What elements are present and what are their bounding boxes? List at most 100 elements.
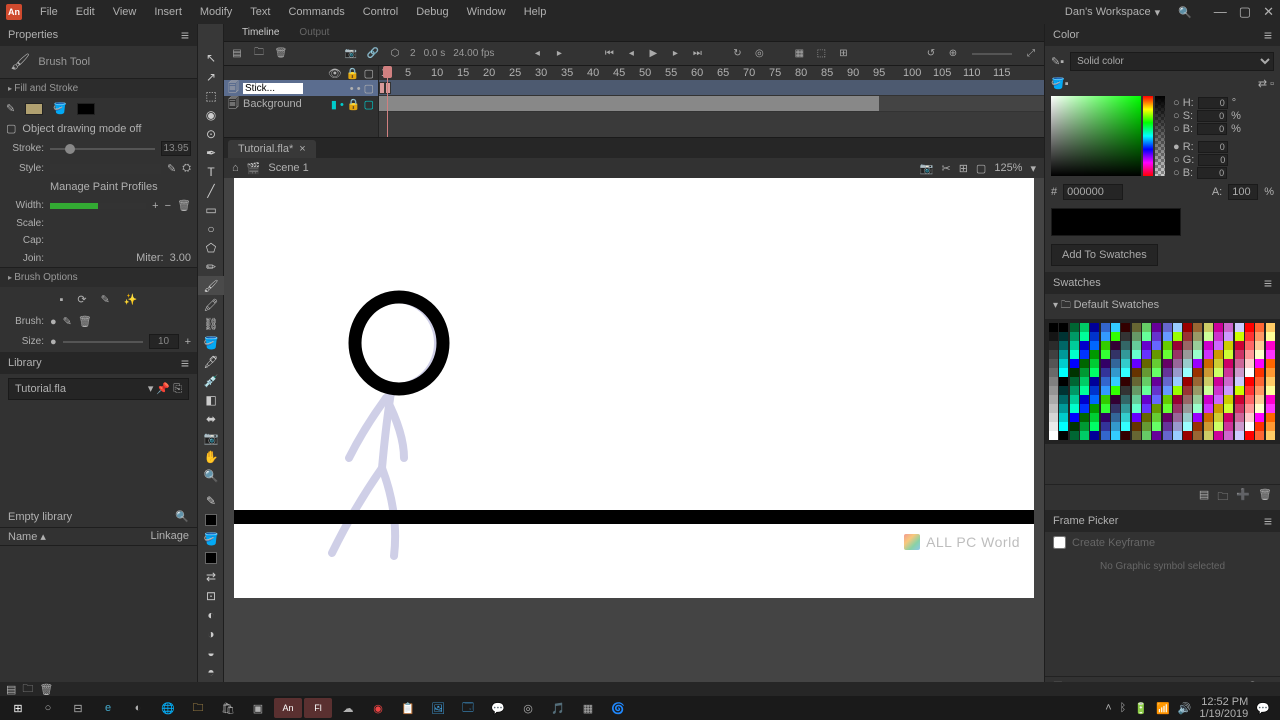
app-icon[interactable]: 🖼 xyxy=(424,698,452,718)
frame-track-stick[interactable] xyxy=(379,80,1044,96)
swatches-default[interactable]: ▾ 🗀 Default Swatches xyxy=(1045,294,1280,319)
pencil-icon[interactable]: ✎ xyxy=(6,102,15,115)
search-icon[interactable]: 🔍 xyxy=(175,510,189,523)
app-icon[interactable]: ▣ xyxy=(244,698,272,718)
panel-menu-icon[interactable]: ≡ xyxy=(1264,275,1272,291)
resize-icon[interactable]: ⤢ xyxy=(1024,47,1038,61)
last-frame-icon[interactable]: ⏭ xyxy=(690,47,704,61)
taskview-icon[interactable]: ⊟ xyxy=(64,698,92,718)
bucket-icon[interactable]: 🪣 xyxy=(53,102,67,115)
app-icon[interactable]: 🎵 xyxy=(544,698,572,718)
playhead[interactable] xyxy=(387,66,388,137)
fill-color[interactable]: 🪣 xyxy=(198,529,224,548)
workspace-switcher[interactable]: Dan's Workspace▾ xyxy=(1057,4,1168,21)
timeline-tab[interactable]: Timeline xyxy=(232,25,289,40)
rotate-view-icon[interactable]: ▢ xyxy=(976,162,986,175)
clip-icon[interactable]: ✂ xyxy=(941,162,950,175)
app-icon[interactable]: ▦ xyxy=(574,698,602,718)
layer-name-input[interactable] xyxy=(243,83,303,94)
brush-option3[interactable]: ◒ xyxy=(198,643,224,662)
r-input[interactable] xyxy=(1198,141,1228,153)
s-input[interactable] xyxy=(1197,110,1227,122)
swatch-add-icon[interactable]: ➕ xyxy=(1236,488,1250,507)
close-tab-icon[interactable]: × xyxy=(299,143,305,155)
lib-col-linkage[interactable]: Linkage xyxy=(150,530,189,543)
parent-icon[interactable]: ⬡ xyxy=(388,47,402,61)
object-drawing-icon[interactable]: ▢ xyxy=(6,122,16,135)
app-icon[interactable]: 🗔 xyxy=(454,698,482,718)
selection-tool[interactable]: ↖ xyxy=(198,48,224,67)
brush-option[interactable]: ◐ xyxy=(198,605,224,624)
style-dropdown[interactable] xyxy=(50,164,161,174)
edit-multiple-icon[interactable]: ⬚ xyxy=(814,47,828,61)
pencil-tool[interactable]: ✏ xyxy=(198,257,224,276)
size-plus-icon[interactable]: + xyxy=(185,336,191,348)
first-frame-icon[interactable]: ⏮ xyxy=(602,47,616,61)
swatch-folder-icon[interactable]: 🗀 xyxy=(1217,488,1228,507)
options-icon[interactable]: ⛭ xyxy=(182,162,191,175)
lasso-tool[interactable]: ⊙ xyxy=(198,124,224,143)
onion-icon[interactable]: ◎ xyxy=(752,47,766,61)
output-tab[interactable]: Output xyxy=(289,25,339,40)
app-icon[interactable]: 🌀 xyxy=(604,698,632,718)
create-keyframe-checkbox[interactable] xyxy=(1053,536,1066,549)
menu-view[interactable]: View xyxy=(105,3,145,21)
fill-color-icon[interactable]: 🪣▪ xyxy=(1051,77,1069,90)
stroke-swatch[interactable] xyxy=(25,103,43,115)
alpha-slider[interactable] xyxy=(1155,96,1165,176)
fill-swatch[interactable] xyxy=(198,548,224,567)
document-tab[interactable]: Tutorial.fla*× xyxy=(228,140,316,158)
home-icon[interactable]: ⌂ xyxy=(232,162,239,174)
menu-window[interactable]: Window xyxy=(459,3,514,21)
brush-wand-icon[interactable]: ✨ xyxy=(124,293,138,306)
eyedropper-tool[interactable]: 💉 xyxy=(198,371,224,390)
next-key-icon[interactable]: ▸ xyxy=(552,47,566,61)
outline-icon[interactable]: ▢ xyxy=(364,67,374,80)
stage[interactable]: ALL PC World xyxy=(234,178,1034,598)
stroke-color[interactable]: ✎ xyxy=(198,491,224,510)
size-slider[interactable] xyxy=(63,341,143,343)
menu-insert[interactable]: Insert xyxy=(146,3,190,21)
lib-col-name[interactable]: Name ▴ xyxy=(8,530,150,543)
menu-edit[interactable]: Edit xyxy=(68,3,103,21)
swatch-new-icon[interactable]: ▤ xyxy=(1199,488,1209,507)
sb-icon[interactable]: ▤ xyxy=(6,683,16,696)
zoom-value[interactable]: 125% xyxy=(994,162,1022,174)
play-icon[interactable]: ▶ xyxy=(646,47,660,61)
menu-debug[interactable]: Debug xyxy=(408,3,456,21)
menu-modify[interactable]: Modify xyxy=(192,3,240,21)
oval-tool[interactable]: ○ xyxy=(198,219,224,238)
wifi-icon[interactable]: 📶 xyxy=(1156,702,1170,715)
library-file-dropdown[interactable]: Tutorial.fla▾ 📌 ⎘ xyxy=(8,378,189,400)
swatch-delete-icon[interactable]: 🗑 xyxy=(1258,488,1272,507)
app-icon[interactable]: ☁ xyxy=(334,698,362,718)
color-field[interactable] xyxy=(1051,96,1141,176)
chrome-icon[interactable]: 🌐 xyxy=(154,698,182,718)
zoom-tool[interactable]: 🔍 xyxy=(198,466,224,485)
polystar-tool[interactable]: ⬠ xyxy=(198,238,224,257)
brush-tip-icon[interactable]: ● xyxy=(50,316,57,328)
add-to-swatches-button[interactable]: Add To Swatches xyxy=(1051,244,1158,266)
hue-slider[interactable] xyxy=(1143,96,1153,176)
edge-icon[interactable]: e xyxy=(94,698,122,718)
menu-help[interactable]: Help xyxy=(516,3,555,21)
onion-outlines-icon[interactable]: ▦ xyxy=(792,47,806,61)
menu-control[interactable]: Control xyxy=(355,3,406,21)
brush-edit-icon[interactable]: ✎ xyxy=(63,315,72,328)
stroke-color-icon[interactable]: ✎▪ xyxy=(1051,55,1064,68)
visibility-icon[interactable]: 👁 xyxy=(328,67,342,80)
new-folder-icon[interactable]: 🗀 xyxy=(252,47,266,61)
stroke-slider[interactable] xyxy=(50,148,155,150)
menu-file[interactable]: File xyxy=(32,3,66,21)
3d-rotation-tool[interactable]: ◉ xyxy=(198,105,224,124)
panel-menu-icon[interactable]: ≡ xyxy=(181,355,189,371)
search-icon[interactable]: 🔍 xyxy=(1178,6,1192,19)
brush-shape-icon[interactable]: ▪ xyxy=(59,294,63,306)
layer-stick[interactable]: 🗐• • ▢ xyxy=(224,80,378,96)
span-icon[interactable]: ⊕ xyxy=(946,47,960,61)
camera-icon[interactable]: 📷 xyxy=(344,47,358,61)
g-input[interactable] xyxy=(1198,154,1228,166)
hand-tool[interactable]: ✋ xyxy=(198,447,224,466)
brush-tool[interactable]: 🖌 xyxy=(198,276,224,295)
line-tool[interactable]: ╱ xyxy=(198,181,224,200)
